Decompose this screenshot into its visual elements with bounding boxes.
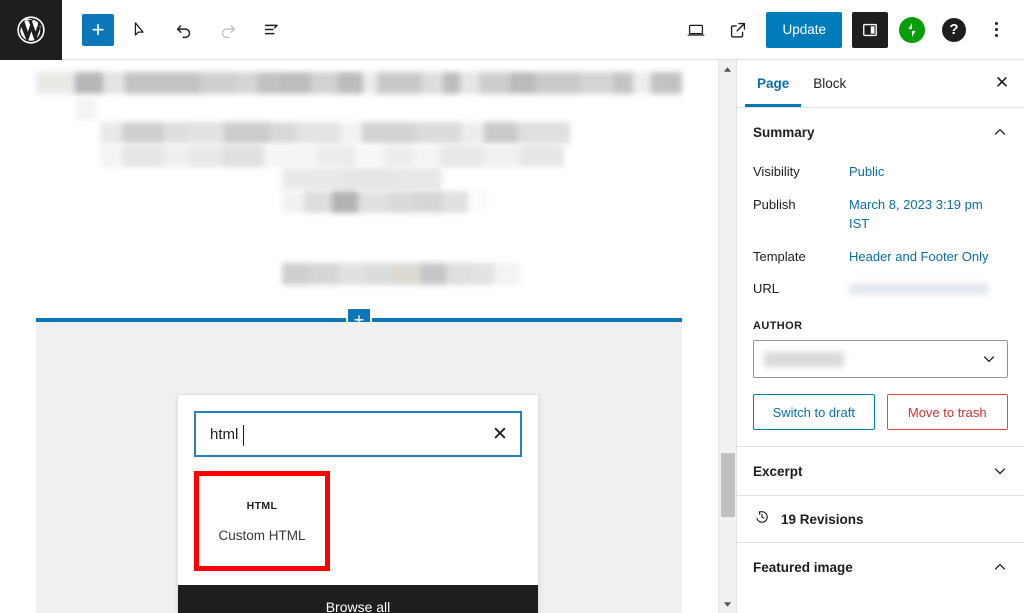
help-badge: ? bbox=[942, 18, 966, 42]
panel-title-featured-image: Featured image bbox=[753, 560, 853, 575]
move-to-trash-button[interactable]: Move to trash bbox=[887, 394, 1009, 430]
scroll-down-arrow-icon[interactable] bbox=[719, 595, 737, 613]
summary-key: URL bbox=[753, 280, 849, 299]
panel-header-excerpt[interactable]: Excerpt bbox=[737, 447, 1024, 495]
author-label: AUTHOR bbox=[753, 320, 1008, 332]
sidebar-action-buttons: Switch to draft Move to trash bbox=[737, 378, 1024, 446]
wordpress-logo-icon[interactable] bbox=[0, 0, 62, 60]
html-icon: HTML bbox=[247, 500, 278, 512]
toolbar-left-group: + bbox=[62, 12, 290, 48]
summary-row-template: Template Header and Footer Only bbox=[753, 241, 1008, 274]
redacted-line bbox=[282, 191, 682, 213]
close-sidebar-icon[interactable]: ✕ bbox=[984, 65, 1020, 101]
add-block-button[interactable]: + bbox=[82, 14, 114, 46]
jetpack-badge bbox=[899, 17, 925, 43]
redacted-author-value bbox=[764, 352, 844, 367]
sidebar-tabs: Page Block ✕ bbox=[737, 60, 1024, 108]
block-item-label: Custom HTML bbox=[218, 528, 305, 543]
tools-cursor-icon[interactable] bbox=[122, 12, 158, 48]
revisions-label: 19 Revisions bbox=[781, 512, 864, 527]
settings-sidebar-icon[interactable] bbox=[852, 12, 888, 48]
summary-rows: Visibility Public Publish March 8, 2023 … bbox=[737, 156, 1024, 316]
redacted-post-content bbox=[0, 60, 718, 285]
redacted-url bbox=[849, 283, 989, 295]
summary-row-visibility: Visibility Public bbox=[753, 156, 1008, 189]
tab-page[interactable]: Page bbox=[745, 60, 801, 107]
summary-value-template[interactable]: Header and Footer Only bbox=[849, 248, 988, 267]
revisions-row[interactable]: 19 Revisions bbox=[737, 496, 1024, 542]
scrollbar-track[interactable] bbox=[719, 78, 737, 595]
summary-key: Publish bbox=[753, 196, 849, 215]
clear-search-icon[interactable]: ✕ bbox=[480, 414, 520, 454]
summary-value-publish[interactable]: March 8, 2023 3:19 pm IST bbox=[849, 196, 989, 234]
summary-value-url[interactable] bbox=[849, 280, 1008, 295]
redacted-line bbox=[282, 263, 682, 285]
help-icon[interactable]: ? bbox=[936, 12, 972, 48]
summary-row-url: URL bbox=[753, 273, 1008, 306]
panel-header-featured-image[interactable]: Featured image bbox=[737, 543, 1024, 591]
settings-sidebar: Page Block ✕ Summary Visibility Public P… bbox=[736, 60, 1024, 613]
panel-title-summary: Summary bbox=[753, 125, 815, 140]
chevron-down-icon bbox=[981, 351, 997, 367]
editor-top-toolbar: + bbox=[0, 0, 1024, 60]
text-caret bbox=[243, 425, 244, 446]
desktop-preview-icon[interactable] bbox=[678, 12, 714, 48]
redacted-line bbox=[100, 145, 682, 167]
kebab-dots bbox=[995, 22, 998, 37]
chevron-down-icon bbox=[992, 463, 1008, 479]
editor-body: + ✕ HTML bbox=[0, 60, 1024, 613]
switch-to-draft-button[interactable]: Switch to draft bbox=[753, 394, 875, 430]
scrollbar-thumb[interactable] bbox=[721, 453, 735, 517]
panel-title-excerpt: Excerpt bbox=[753, 464, 803, 479]
canvas-scroll-region: + ✕ HTML bbox=[0, 60, 718, 613]
browse-all-button[interactable]: Browse all bbox=[178, 585, 538, 613]
inserter-results: HTML Custom HTML bbox=[178, 467, 538, 585]
undo-icon[interactable] bbox=[166, 12, 202, 48]
editor-canvas: + ✕ HTML bbox=[0, 60, 736, 613]
search-field-wrapper: ✕ bbox=[194, 411, 522, 457]
tab-block[interactable]: Block bbox=[801, 60, 858, 107]
add-block-plus-icon: + bbox=[92, 19, 105, 41]
author-section: AUTHOR bbox=[737, 316, 1024, 378]
redacted-line bbox=[282, 168, 682, 190]
inserter-search-container: ✕ bbox=[178, 395, 538, 467]
chevron-up-icon bbox=[992, 124, 1008, 140]
revisions-clock-icon bbox=[753, 508, 771, 531]
document-outline-icon[interactable] bbox=[254, 12, 290, 48]
author-select[interactable] bbox=[753, 340, 1008, 378]
summary-value-visibility[interactable]: Public bbox=[849, 163, 884, 182]
scroll-up-arrow-icon[interactable] bbox=[719, 60, 737, 78]
toolbar-right-group: Update ? bbox=[678, 12, 1024, 48]
external-link-icon[interactable] bbox=[720, 12, 756, 48]
update-button[interactable]: Update bbox=[766, 12, 842, 48]
redacted-line bbox=[100, 122, 682, 144]
search-input[interactable] bbox=[196, 426, 480, 443]
chevron-up-icon bbox=[992, 559, 1008, 575]
redo-icon[interactable] bbox=[210, 12, 246, 48]
panel-header-summary[interactable]: Summary bbox=[737, 108, 1024, 156]
summary-key: Template bbox=[753, 248, 849, 267]
summary-row-publish: Publish March 8, 2023 3:19 pm IST bbox=[753, 189, 1008, 241]
kebab-menu-icon[interactable] bbox=[978, 12, 1014, 48]
block-inserter-popover: ✕ HTML Custom HTML Browse all bbox=[177, 394, 539, 613]
canvas-scrollbar[interactable] bbox=[718, 60, 736, 613]
redacted-line bbox=[76, 98, 682, 120]
redacted-line bbox=[36, 72, 682, 94]
wordpress-block-editor: + bbox=[0, 0, 1024, 613]
block-item-custom-html[interactable]: HTML Custom HTML bbox=[194, 471, 330, 571]
summary-key: Visibility bbox=[753, 163, 849, 182]
jetpack-icon[interactable] bbox=[894, 12, 930, 48]
